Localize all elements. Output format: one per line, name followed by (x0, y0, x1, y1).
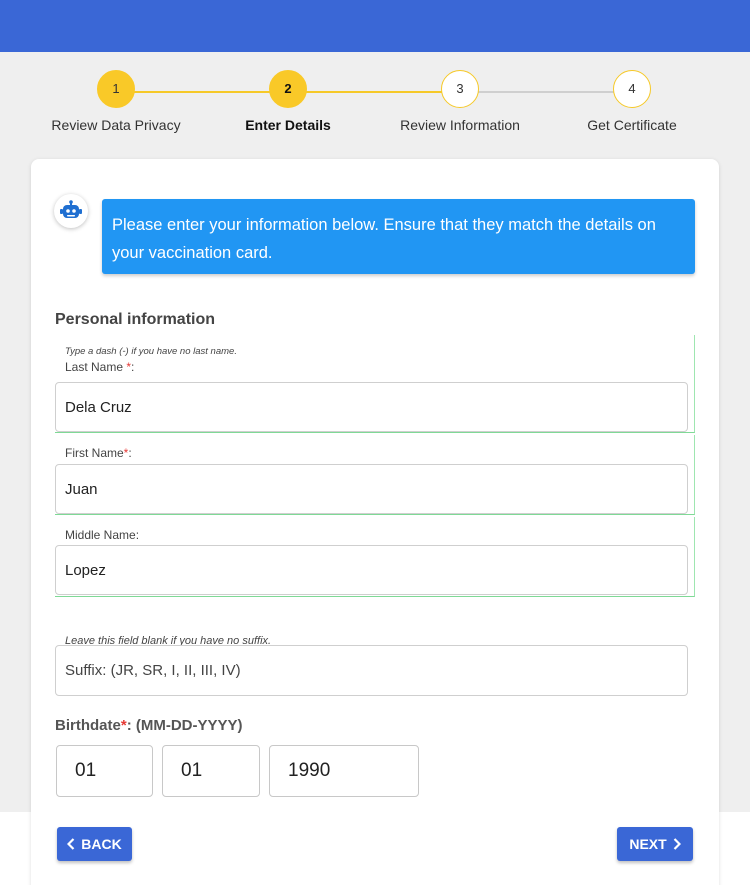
progress-stepper: 1 Review Data Privacy 2 Enter Details 3 … (0, 70, 750, 140)
step-get-certificate[interactable]: 4 Get Certificate (552, 70, 712, 133)
birthdate-month-input[interactable] (56, 745, 153, 797)
last-name-field-group: Type a dash (-) if you have no last name… (55, 335, 695, 433)
bot-avatar (54, 194, 88, 228)
last-name-label: Last Name *: (65, 360, 135, 374)
step-label: Review Data Privacy (51, 117, 181, 133)
first-name-label: First Name*: (65, 446, 132, 460)
suffix-field-group: Leave this field blank if you have no su… (55, 620, 695, 698)
first-name-input[interactable] (55, 464, 688, 514)
birthdate-label: Birthdate*: (MM-DD-YYYY) (55, 717, 243, 734)
step-review-information[interactable]: 3 Review Information (380, 70, 540, 133)
first-name-field-group: First Name*: (55, 435, 695, 515)
middle-name-field-group: Middle Name: (55, 517, 695, 597)
robot-icon (60, 200, 82, 218)
step-review-data-privacy[interactable]: 1 Review Data Privacy (36, 70, 196, 133)
step-number-badge: 4 (613, 70, 651, 108)
step-label: Enter Details (245, 117, 331, 133)
step-label: Review Information (400, 117, 520, 133)
next-button-label: NEXT (629, 836, 667, 852)
step-number-badge: 1 (97, 70, 135, 108)
last-name-input[interactable] (55, 382, 688, 432)
section-title-personal-information: Personal information (55, 311, 216, 328)
chevron-left-icon (67, 838, 75, 850)
suffix-input[interactable] (55, 645, 688, 696)
top-header-bar (0, 0, 750, 52)
step-enter-details[interactable]: 2 Enter Details (208, 70, 368, 133)
middle-name-label: Middle Name: (65, 528, 140, 542)
back-button-label: BACK (81, 836, 122, 852)
bot-message-bubble: Please enter your information below. Ens… (102, 199, 695, 274)
next-button[interactable]: NEXT (617, 827, 693, 861)
birthdate-year-input[interactable] (269, 745, 419, 797)
step-number-badge: 3 (441, 70, 479, 108)
birthdate-day-input[interactable] (162, 745, 260, 797)
chevron-right-icon (673, 838, 681, 850)
step-label: Get Certificate (587, 117, 677, 133)
last-name-hint: Type a dash (-) if you have no last name… (65, 346, 237, 357)
middle-name-input[interactable] (55, 545, 688, 595)
back-button[interactable]: BACK (57, 827, 132, 861)
step-number-badge: 2 (269, 70, 307, 108)
